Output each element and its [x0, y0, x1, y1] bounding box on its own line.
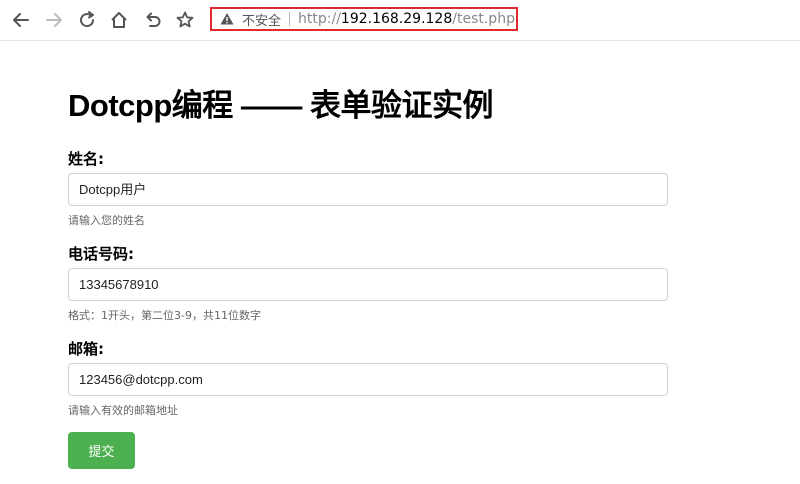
- home-icon: [111, 12, 127, 28]
- phone-hint: 格式：1开头，第二位3-9，共11位数字: [68, 309, 261, 322]
- reload-button[interactable]: [76, 9, 98, 31]
- email-label: 邮箱:: [68, 340, 104, 358]
- home-button[interactable]: [108, 9, 130, 31]
- address-bar[interactable]: 不安全 http://192.168.29.128/test.php: [210, 7, 518, 31]
- phone-label: 电话号码:: [68, 245, 134, 263]
- back-button[interactable]: [10, 9, 32, 31]
- name-label: 姓名:: [68, 150, 104, 168]
- phone-input[interactable]: 13345678910: [68, 268, 668, 301]
- bookmark-button[interactable]: [174, 9, 196, 31]
- name-input[interactable]: Dotcpp用户: [68, 173, 668, 206]
- browser-toolbar: 不安全 http://192.168.29.128/test.php: [0, 0, 800, 41]
- page-content: Dotcpp编程 —— 表单验证实例: [68, 88, 668, 124]
- url-path: /test.php: [452, 11, 515, 27]
- name-hint: 请输入您的姓名: [68, 214, 145, 227]
- url-host: 192.168.29.128: [340, 11, 453, 27]
- address-separator: [289, 12, 291, 26]
- warning-icon: [220, 12, 234, 26]
- submit-button[interactable]: 提交: [68, 432, 135, 469]
- star-icon: [176, 11, 194, 28]
- security-label[interactable]: 不安全: [242, 10, 281, 29]
- undo-icon: [146, 12, 161, 27]
- undo-button[interactable]: [142, 9, 164, 31]
- email-hint: 请输入有效的邮箱地址: [68, 404, 178, 417]
- forward-arrow-icon: [46, 13, 62, 27]
- back-arrow-icon: [13, 13, 29, 27]
- page-title: Dotcpp编程 —— 表单验证实例: [68, 88, 493, 123]
- forward-button[interactable]: [43, 9, 65, 31]
- url-scheme: http://: [298, 11, 341, 27]
- reload-icon: [80, 11, 95, 28]
- email-input[interactable]: 123456@dotcpp.com: [68, 363, 668, 396]
